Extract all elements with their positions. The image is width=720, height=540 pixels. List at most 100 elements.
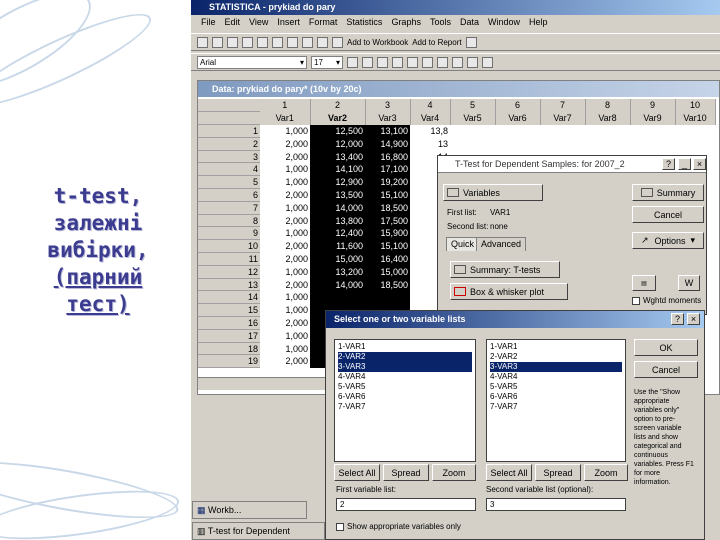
spread-left-button[interactable]: Spread [383,464,429,481]
cell-empty[interactable] [675,125,715,138]
cell-var1[interactable]: 2,000 [260,189,310,202]
cell-var2[interactable]: 13,200 [310,265,365,279]
cell-empty[interactable] [495,125,540,138]
cell-var1[interactable]: 2,000 [260,214,310,227]
fill-color-icon[interactable] [452,56,463,68]
variable-list-item[interactable]: 2-VAR2 [490,352,622,362]
cell-var2[interactable]: 14,100 [310,162,365,176]
cell-var1[interactable]: 1,000 [260,329,310,342]
spread-right-button[interactable]: Spread [535,464,581,481]
cell-var1[interactable]: 1,000 [260,304,310,317]
cell-var3[interactable]: 18,500 [365,278,410,291]
column-header[interactable]: 3 [365,99,411,112]
column-header[interactable]: 10 [675,99,716,112]
italic-icon[interactable] [362,56,373,68]
menu-insert[interactable]: Insert [277,17,300,31]
cell-var2[interactable]: 15,000 [310,252,365,266]
cell-empty[interactable] [675,137,715,150]
cell-var1[interactable]: 2,000 [260,137,310,150]
wghtd-moments-checkbox[interactable]: Wghtd moments [632,296,701,305]
summary-ttests-button[interactable]: Summary: T-tests [450,261,560,278]
cancel-button[interactable]: Cancel [632,206,704,223]
variable-list-item[interactable]: 3-VAR3 [338,362,472,372]
column-header[interactable]: 1 [260,99,311,112]
align-left-icon[interactable] [392,56,403,68]
column-name[interactable]: Var4 [410,111,451,125]
cell-var1[interactable]: 1,000 [260,201,310,214]
column-name[interactable]: Var3 [365,111,411,125]
cell-var1[interactable]: 2,000 [260,240,310,253]
row-number[interactable]: 2 [198,137,260,151]
help-icon[interactable]: ? [671,313,684,325]
cell-var3[interactable]: 14,900 [365,137,410,151]
column-header[interactable]: 5 [450,99,496,112]
second-variable-listbox[interactable]: 1-VAR1 2-VAR2 3-VAR3 4-VAR4 5-VAR5 6-VAR6 7-VA… [486,339,626,462]
row-number[interactable]: 8 [198,214,260,228]
cell-var1[interactable]: 1,000 [260,163,310,176]
menu-graphs[interactable]: Graphs [391,17,421,31]
cell-var1[interactable]: 1,000 [260,176,310,189]
cell-var1[interactable]: 2,000 [260,278,310,291]
column-header[interactable]: 4 [410,99,451,112]
align-center-icon[interactable] [407,56,418,68]
variable-list-item[interactable]: 7-VAR7 [338,402,472,412]
row-number[interactable]: 16 [198,316,260,330]
column-name[interactable]: Var8 [585,111,631,125]
row-number[interactable]: 18 [198,342,260,356]
cut-icon[interactable] [272,36,283,48]
cell-var1[interactable]: 2,000 [260,317,310,330]
row-number[interactable]: 5 [198,175,260,190]
column-name[interactable]: Var10 [675,111,716,125]
font-size-combo[interactable]: 17 ▾ [311,55,343,69]
column-header[interactable]: 6 [495,99,541,112]
variable-list-item[interactable]: 7-VAR7 [490,402,622,412]
row-number[interactable]: 1 [198,124,260,138]
variable-list-item[interactable]: 4-VAR4 [490,372,622,382]
find-icon[interactable] [332,36,343,48]
first-variable-list-input[interactable]: 2 [336,498,476,511]
copy-icon[interactable] [287,36,298,48]
cell-var1[interactable]: 1,000 [260,265,310,278]
ttest-taskbar-item[interactable]: ▥ T-test for Dependent [192,522,325,540]
close-icon[interactable]: × [693,158,706,170]
cell-empty[interactable] [630,137,675,150]
row-number[interactable]: 3 [198,150,260,164]
cell-var2[interactable]: 11,600 [310,239,365,253]
variable-list-item[interactable]: 1-VAR1 [338,342,472,352]
cell-var3[interactable]: 15,900 [365,226,410,240]
cell-var1[interactable]: 1,000 [260,342,310,355]
zoom-right-button[interactable]: Zoom [584,464,628,481]
bold-icon[interactable] [347,56,358,68]
menu-statistics[interactable]: Statistics [346,17,382,31]
row-number[interactable]: 9 [198,226,260,241]
column-name[interactable]: Var6 [495,111,541,125]
first-variable-listbox[interactable]: 1-VAR1 2-VAR2 3-VAR3 4-VAR4 5-VAR5 6-VAR6 7-VA… [334,339,476,462]
cell-var3[interactable]: 17,500 [365,214,410,227]
cell-empty[interactable] [495,137,540,150]
help-icon[interactable] [465,36,477,48]
weight-button[interactable]: W [678,275,700,291]
cell-var3[interactable]: 18,500 [365,201,410,215]
row-number[interactable]: 15 [198,303,260,318]
cell-var2[interactable] [310,290,365,304]
cell-var2[interactable]: 14,000 [310,201,365,215]
variable-list-item[interactable]: 5-VAR5 [490,382,622,392]
row-number[interactable]: 6 [198,188,260,202]
column-header[interactable]: 8 [585,99,631,112]
row-number[interactable]: 4 [198,162,260,177]
cell-var1[interactable]: 2,000 [260,355,310,368]
cell-var1[interactable]: 1,000 [260,227,310,240]
show-appropriate-checkbox[interactable]: Show appropriate variables only [336,522,461,531]
column-name[interactable]: Var5 [450,111,496,125]
cell-empty[interactable] [540,125,585,138]
cell-empty[interactable] [450,125,495,138]
cell-var4[interactable]: 13,8 [410,125,450,138]
row-number[interactable]: 12 [198,265,260,279]
menu-format[interactable]: Format [309,17,338,31]
variable-list-item[interactable]: 5-VAR5 [338,382,472,392]
add-to-report-button[interactable]: Add to Report [412,38,461,47]
preview-icon[interactable] [257,36,268,48]
ok-button[interactable]: OK [634,339,698,356]
row-number[interactable]: 19 [198,354,260,369]
variables-button[interactable]: Variables [443,184,543,201]
